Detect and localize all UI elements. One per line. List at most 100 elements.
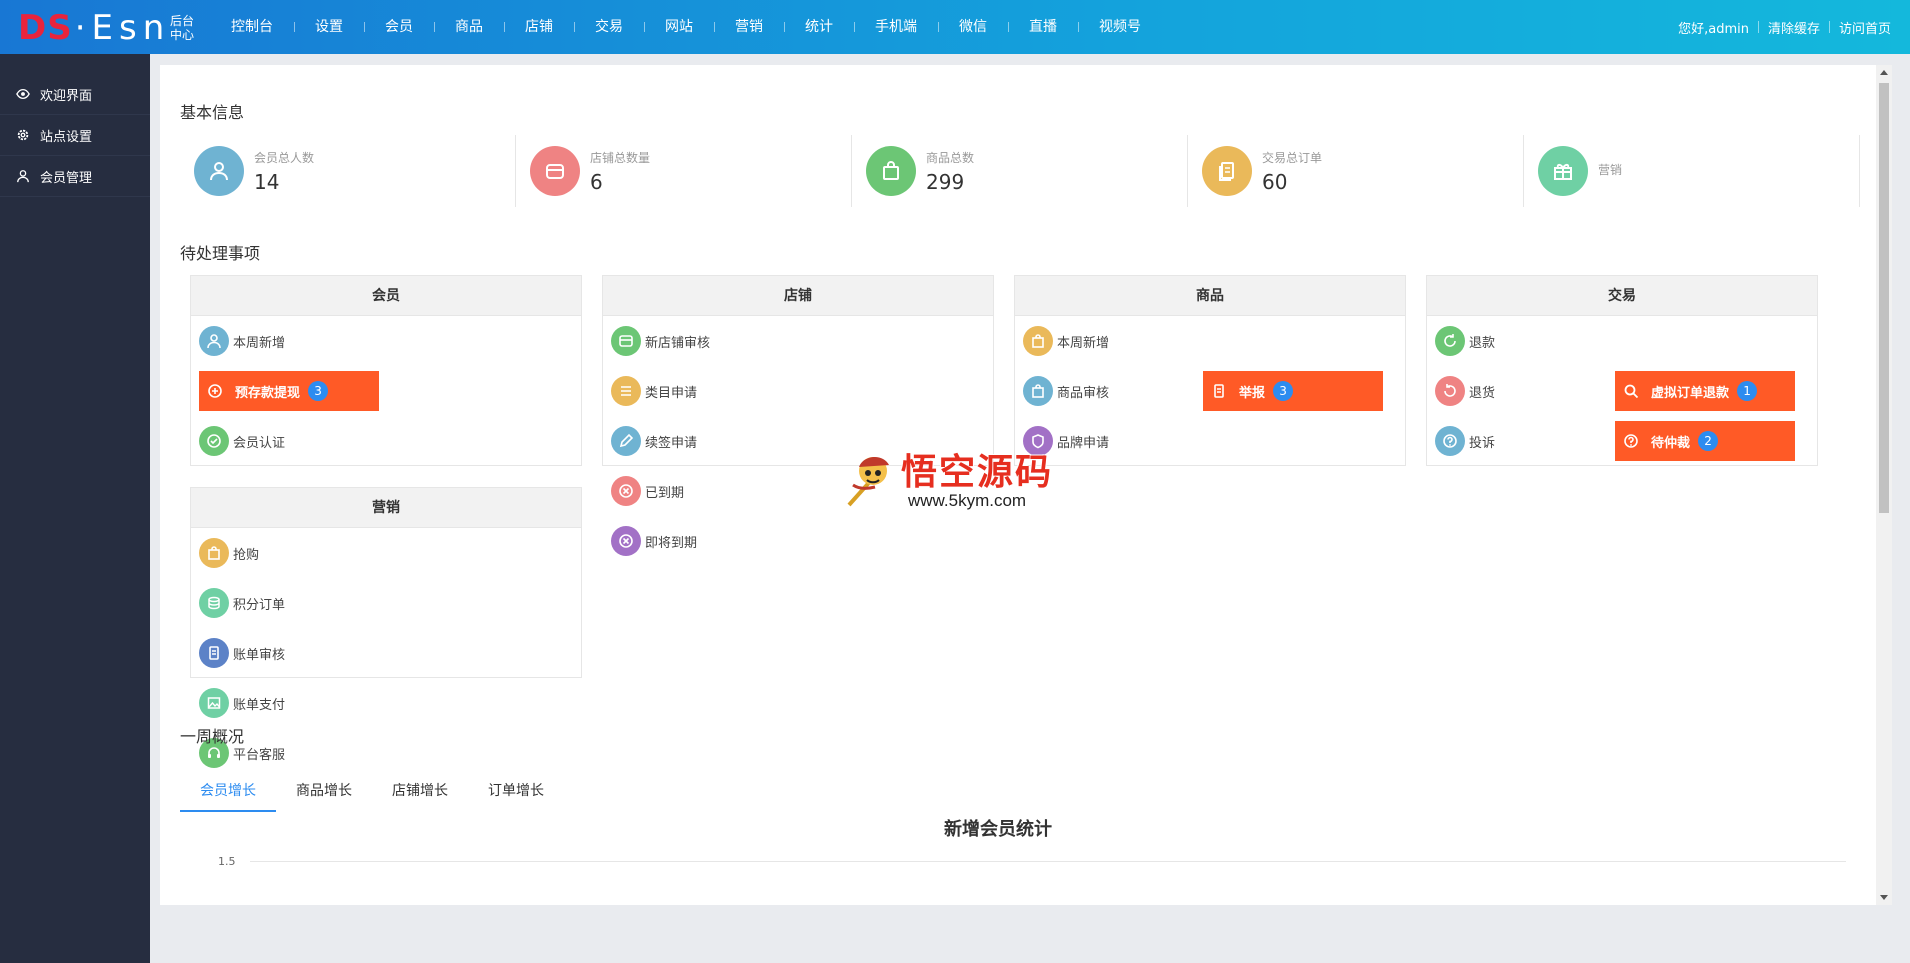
box-title: 店铺 bbox=[603, 276, 993, 316]
pending-box-marketing: 营销 抢购 积分订单 账单审核 账单支付 平台客服 bbox=[190, 487, 582, 768]
nav-wechat[interactable]: 微信 bbox=[938, 0, 1008, 54]
pending-item-renewal-apply[interactable]: 续签申请 bbox=[611, 421, 807, 461]
nav-website[interactable]: 网站 bbox=[644, 0, 714, 54]
pending-item-report[interactable]: 举报 3 bbox=[1203, 371, 1383, 411]
logo[interactable]: DS ·Esn bbox=[18, 8, 170, 48]
section-title-pending: 待处理事项 bbox=[180, 244, 261, 263]
stat-value: 60 bbox=[1262, 169, 1288, 194]
return-icon bbox=[1435, 376, 1465, 406]
item-label: 账单支付 bbox=[233, 697, 286, 713]
pending-item-new-store-review[interactable]: 新店铺审核 bbox=[611, 321, 807, 361]
tab-product-growth[interactable]: 商品增长 bbox=[276, 770, 372, 812]
pending-box-trade: 交易 退款 退货 虚拟订单退款 1 投诉 待仲裁 2 bbox=[1426, 275, 1818, 466]
nav-stores[interactable]: 店铺 bbox=[504, 0, 574, 54]
stat-label: 商品总数 bbox=[926, 150, 975, 165]
pending-item-bill-payment[interactable]: 账单支付 bbox=[199, 683, 379, 723]
stat-value: 299 bbox=[926, 169, 965, 194]
bag-icon bbox=[1023, 326, 1053, 356]
item-label: 退货 bbox=[1469, 385, 1496, 401]
nav-statistics[interactable]: 统计 bbox=[784, 0, 854, 54]
pending-box-products: 商品 本周新增 商品审核 举报 3 品牌申请 bbox=[1014, 275, 1406, 466]
greeting[interactable]: 您好,admin bbox=[1669, 18, 1758, 37]
pending-item-arbitration[interactable]: 待仲裁 2 bbox=[1615, 421, 1795, 461]
nav-mobile[interactable]: 手机端 bbox=[854, 0, 938, 54]
pending-item-bill-review[interactable]: 账单审核 bbox=[199, 633, 395, 673]
item-label: 会员认证 bbox=[233, 435, 286, 451]
pending-box-stores: 店铺 新店铺审核 类目申请 续签申请 已到期 即将到期 bbox=[602, 275, 994, 556]
stat-members[interactable]: 会员总人数 14 bbox=[180, 135, 516, 207]
pending-item-new-products[interactable]: 本周新增 bbox=[1023, 321, 1219, 361]
stat-stores[interactable]: 店铺总数量 6 bbox=[516, 135, 852, 207]
item-label: 本周新增 bbox=[1057, 335, 1110, 351]
clear-cache-link[interactable]: 清除缓存 bbox=[1759, 18, 1829, 37]
y-tick-label: 1.5 bbox=[218, 855, 236, 868]
watermark: 悟空源码 www.5kym.com bbox=[843, 445, 1073, 515]
pending-item-flash-sale[interactable]: 抢购 bbox=[199, 533, 395, 573]
box-title: 会员 bbox=[191, 276, 581, 316]
pending-item-member-verify[interactable]: 会员认证 bbox=[199, 421, 395, 461]
item-label: 虚拟订单退款 bbox=[1651, 385, 1730, 401]
nav-members[interactable]: 会员 bbox=[364, 0, 434, 54]
pending-item-product-review[interactable]: 商品审核 bbox=[1023, 371, 1203, 411]
scroll-down-arrow[interactable] bbox=[1880, 895, 1888, 900]
nav-settings[interactable]: 设置 bbox=[294, 0, 364, 54]
image-icon bbox=[199, 688, 229, 718]
stat-products[interactable]: 商品总数 299 bbox=[852, 135, 1188, 207]
pending-item-return[interactable]: 退货 bbox=[1435, 371, 1615, 411]
question-icon bbox=[1435, 426, 1465, 456]
nav-marketing[interactable]: 营销 bbox=[714, 0, 784, 54]
main-nav: 控制台 设置 会员 商品 店铺 交易 网站 营销 统计 手机端 微信 直播 视频… bbox=[210, 0, 1162, 54]
stat-marketing[interactable]: 营销 bbox=[1524, 135, 1860, 207]
item-label: 即将到期 bbox=[645, 535, 698, 551]
pending-item-virtual-refund[interactable]: 虚拟订单退款 1 bbox=[1615, 371, 1795, 411]
pencil-icon bbox=[611, 426, 641, 456]
sidebar-item-label: 会员管理 bbox=[40, 170, 93, 186]
monkey-logo-icon bbox=[847, 456, 889, 507]
nav-products[interactable]: 商品 bbox=[434, 0, 504, 54]
pending-item-complaint[interactable]: 投诉 bbox=[1435, 421, 1615, 461]
watermark-text: 悟空源码 bbox=[901, 451, 1054, 493]
scrollbar[interactable] bbox=[1876, 65, 1892, 905]
user-icon bbox=[199, 326, 229, 356]
pending-item-points-orders[interactable]: 积分订单 bbox=[199, 583, 379, 623]
bag-icon bbox=[866, 146, 916, 196]
count-badge: 3 bbox=[308, 381, 329, 401]
tab-store-growth[interactable]: 店铺增长 bbox=[372, 770, 468, 812]
nav-live[interactable]: 直播 bbox=[1008, 0, 1078, 54]
doc-icon bbox=[199, 638, 229, 668]
nav-trade[interactable]: 交易 bbox=[574, 0, 644, 54]
pending-item-expiring-soon[interactable]: 即将到期 bbox=[611, 521, 807, 561]
nav-video[interactable]: 视频号 bbox=[1078, 0, 1162, 54]
sidebar-item-welcome[interactable]: 欢迎界面 bbox=[0, 74, 150, 115]
box-title: 商品 bbox=[1015, 276, 1405, 316]
store-icon bbox=[530, 146, 580, 196]
pending-item-withdraw[interactable]: 预存款提现 3 bbox=[199, 371, 379, 411]
section-title-basic-info: 基本信息 bbox=[180, 103, 245, 122]
watermark-url: www.5kym.com bbox=[908, 491, 1027, 510]
withdraw-icon bbox=[205, 381, 225, 401]
pending-item-category-apply[interactable]: 类目申请 bbox=[611, 371, 791, 411]
item-label: 类目申请 bbox=[645, 385, 698, 401]
visit-home-link[interactable]: 访问首页 bbox=[1830, 18, 1900, 37]
nav-dashboard[interactable]: 控制台 bbox=[210, 0, 294, 54]
pending-item-refund[interactable]: 退款 bbox=[1435, 321, 1631, 361]
top-bar: DS ·Esn 后台中心 控制台 设置 会员 商品 店铺 交易 网站 营销 统计… bbox=[0, 0, 1910, 54]
search-icon bbox=[1621, 381, 1641, 401]
report-icon bbox=[1209, 381, 1229, 401]
scroll-up-arrow[interactable] bbox=[1880, 70, 1888, 75]
pending-item-new-members[interactable]: 本周新增 bbox=[199, 321, 395, 361]
count-badge: 1 bbox=[1737, 381, 1758, 401]
item-label: 预存款提现 bbox=[235, 385, 301, 401]
pending-box-members: 会员 本周新增 预存款提现 3 会员认证 bbox=[190, 275, 582, 466]
stat-orders[interactable]: 交易总订单 60 bbox=[1188, 135, 1524, 207]
pending-item-expired[interactable]: 已到期 bbox=[611, 471, 791, 511]
sidebar-item-site-settings[interactable]: 站点设置 bbox=[0, 115, 150, 156]
item-label: 已到期 bbox=[645, 485, 685, 501]
scrollbar-thumb[interactable] bbox=[1879, 83, 1889, 513]
section-title-weekly: 一周概况 bbox=[180, 727, 245, 746]
tab-member-growth[interactable]: 会员增长 bbox=[180, 770, 276, 812]
gift-icon bbox=[1538, 146, 1588, 196]
close-circle-icon bbox=[611, 476, 641, 506]
tab-order-growth[interactable]: 订单增长 bbox=[468, 770, 564, 812]
sidebar-item-members[interactable]: 会员管理 bbox=[0, 156, 150, 197]
